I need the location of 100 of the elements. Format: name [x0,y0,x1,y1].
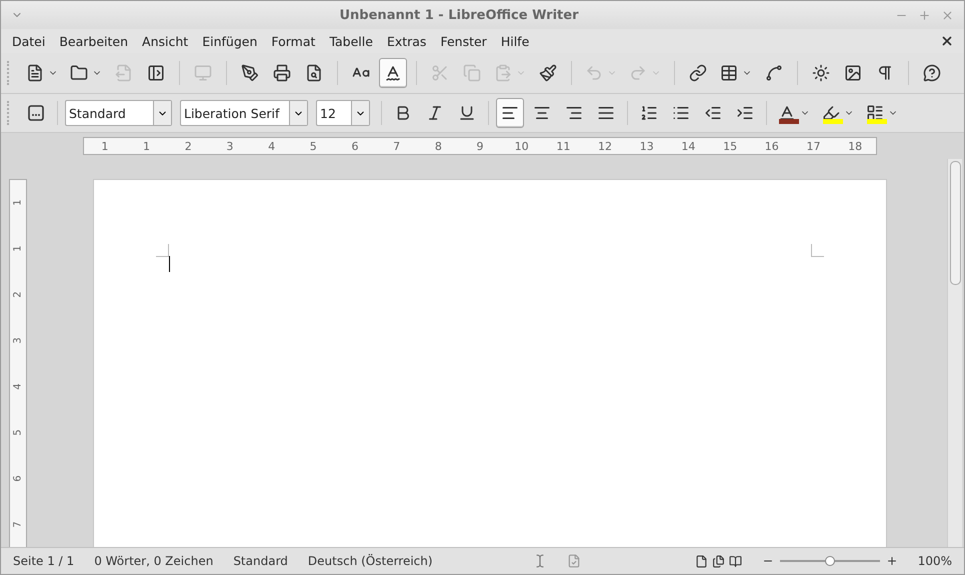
ruler-number: 3 [225,140,234,152]
language: Deutsch (Österreich) [308,554,433,568]
ruler-number: 1 [12,246,24,252]
font-name-field[interactable]: Liberation Serif [180,100,308,126]
scrollbar[interactable] [947,159,962,547]
close-document-icon[interactable] [940,34,954,48]
ruler-number: 17 [805,140,822,152]
character-background-icon [866,104,884,122]
underline-icon [458,104,476,122]
ruler-number: 8 [434,140,443,152]
indent-increase-icon [736,104,754,122]
style-input[interactable]: Standard [66,101,153,125]
indent-decrease-icon [704,104,722,122]
redo-icon [629,64,647,82]
paintbrush-icon [539,64,557,82]
link-icon [689,64,707,82]
ruler-number: 6 [12,475,24,482]
ruler-number: 16 [764,140,780,152]
align-center-icon [533,104,551,122]
ruler-number: 13 [638,140,655,152]
ruler-number: 1 [12,200,24,206]
single-page-icon[interactable] [694,554,708,568]
copy-icon [463,64,481,82]
curve-icon [765,64,783,82]
menu-item[interactable]: Ansicht [135,34,196,48]
ruler-number: 14 [680,140,696,152]
ruler-number: 15 [722,140,738,152]
font-color-icon [778,104,796,122]
image-icon [844,64,862,82]
export-icon [115,64,133,82]
menu-item[interactable]: Fenster [433,34,494,48]
folder-icon [70,64,88,82]
zoom-in-icon[interactable] [886,555,898,567]
ruler-number: 12 [597,140,614,152]
ruler-number: 6 [350,140,360,152]
ruler-number: 1 [142,140,152,152]
ruler-number: 3 [12,337,24,344]
slider-thumb[interactable] [824,556,835,566]
menu-item[interactable]: Einfügen [195,34,264,48]
dropdown-button[interactable] [289,101,307,125]
menu-item[interactable]: Hilfe [494,34,536,48]
window-title: Unbenannt 1 - LibreOffice Writer [338,8,580,22]
ruler-number: 11 [555,140,572,152]
ruler-number: 2 [184,140,193,152]
font-size-field[interactable]: 12 [316,100,370,126]
paragraph-style-field[interactable]: Standard [65,100,172,126]
autospellcheck-button[interactable] [379,58,407,88]
word-count: 0 Wörter, 0 Zeichen [94,554,214,568]
autospellcheck-icon [384,64,402,82]
align-justify-icon [597,104,615,122]
signature-icon [566,554,581,568]
scrollbar-thumb[interactable] [950,161,960,285]
document-icon [26,64,44,82]
italic-icon [426,104,444,122]
page-count: Seite 1 / 1 [13,554,74,568]
highlighter-icon [822,104,840,122]
ruler-number: 9 [475,140,484,152]
panel-icon [147,64,165,82]
sidebar-icon [28,105,44,121]
font-input[interactable]: Liberation Serif [181,101,289,125]
margin-corner [811,244,824,257]
text-cursor [169,256,170,272]
ruler-number: 4 [267,140,276,152]
menu-item[interactable]: Format [264,34,322,48]
dropdown-button[interactable] [153,101,171,125]
book-view-icon[interactable] [728,554,742,568]
multi-page-icon[interactable] [712,554,725,568]
pen-icon [241,64,259,82]
zoom-level: 100% [918,554,952,568]
align-right-icon [565,104,583,122]
margin-corner [156,244,169,257]
bullet-list-icon [672,104,690,122]
ruler-number: 18 [847,140,864,152]
paste-icon [494,64,512,82]
align-left-button[interactable] [496,98,524,128]
ruler-number: 10 [514,140,530,152]
monitor-icon [194,64,212,82]
menu-item[interactable]: Bearbeiten [52,34,136,48]
ruler-number: 7 [12,520,24,528]
ruler-number: 2 [12,292,24,298]
help-icon [923,64,941,82]
print-icon [273,64,291,82]
ruler-number: 4 [12,383,24,390]
ruler-number: 1 [100,140,110,152]
undo-icon [585,64,603,82]
ruler-number: 7 [392,140,402,152]
menu-item[interactable]: Tabelle [322,34,380,48]
align-left-icon [501,104,519,122]
ruler-number: 5 [12,429,24,436]
dropdown-button[interactable] [351,101,369,125]
menu-item[interactable]: Extras [380,34,434,48]
menu-item[interactable]: Datei [5,34,52,48]
sun-icon [812,64,830,82]
table-icon [720,64,738,82]
ruler-number: 5 [308,140,318,152]
page-style: Standard [233,554,288,568]
cut-icon [431,64,449,82]
size-input[interactable]: 12 [317,101,351,125]
numbered-list-icon [640,104,658,122]
print-preview-icon [305,64,323,82]
